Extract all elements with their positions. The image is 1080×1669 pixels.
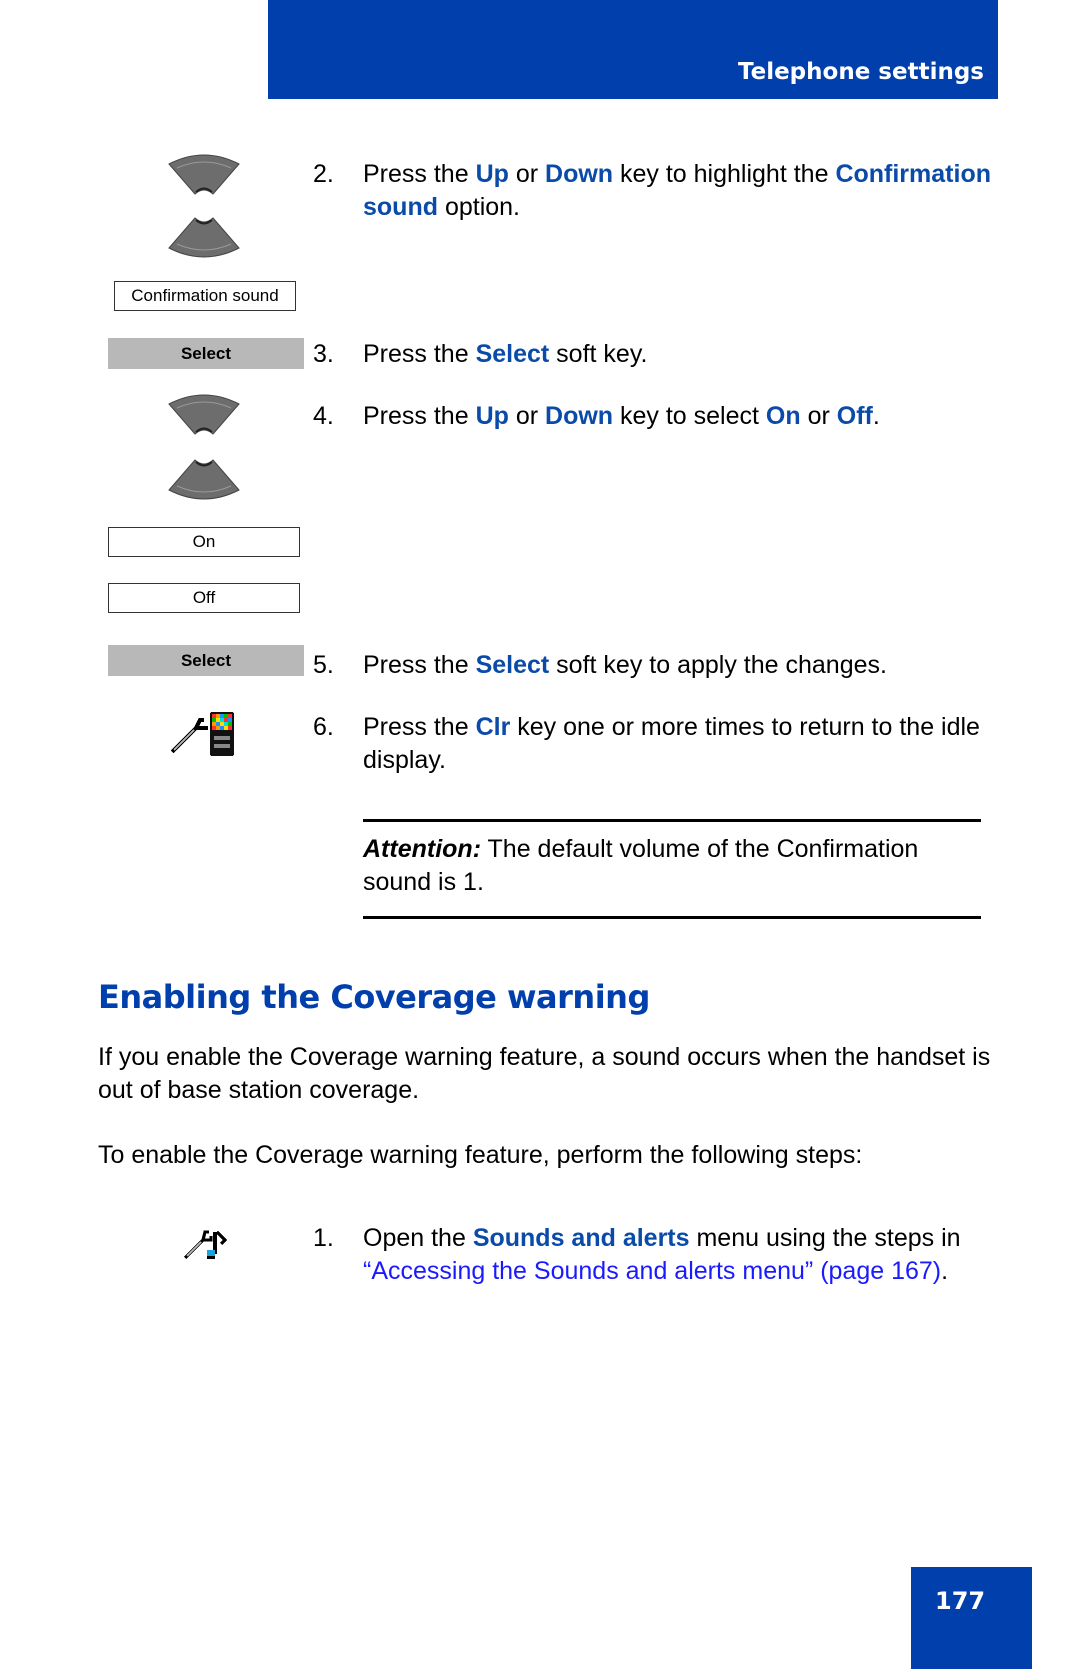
attention-note: Attention: The default volume of the Con…	[363, 833, 993, 899]
down-key-label: Down	[545, 402, 614, 430]
attention-top-rule	[363, 819, 981, 822]
step-text: Press the Select soft key.	[363, 340, 648, 368]
down-key-icon	[168, 459, 240, 500]
step-text: Press the Up or Down key to highlight th…	[363, 160, 991, 221]
step-number: 5.	[313, 651, 334, 679]
step-text: Press the Up or Down key to select On or…	[363, 402, 880, 430]
select-label: Select	[475, 340, 550, 368]
step-text: Open the Sounds and alerts menu using th…	[363, 1224, 961, 1285]
attention-bottom-rule	[363, 916, 981, 919]
on-label: On	[765, 402, 801, 430]
on-option-screen: On	[108, 527, 300, 557]
step-number: 1.	[313, 1224, 334, 1252]
step-number: 4.	[313, 402, 334, 430]
down-key-label: Down	[545, 160, 614, 188]
select-softkey[interactable]: Select	[108, 645, 304, 676]
step-text: Press the Select soft key to apply the c…	[363, 651, 887, 679]
confirmation-sound-screen: Confirmation sound	[114, 281, 296, 311]
header-band: Telephone settings	[268, 0, 998, 99]
sounds-and-alerts-label: Sounds and alerts	[472, 1224, 690, 1252]
select-label: Select	[475, 651, 550, 679]
clr-key-icon	[170, 712, 234, 756]
page-number: 177	[935, 1587, 986, 1615]
chapter-title: Telephone settings	[737, 59, 984, 85]
sounds-and-alerts-icon	[183, 1230, 228, 1260]
section-heading: Enabling the Coverage warning	[98, 978, 650, 1016]
up-key-label: Up	[475, 160, 509, 188]
up-key-label: Up	[475, 402, 509, 430]
attention-label: Attention:	[363, 835, 482, 863]
section-lead: To enable the Coverage warning feature, …	[98, 1141, 863, 1169]
select-softkey[interactable]: Select	[108, 338, 304, 369]
step-number: 3.	[313, 340, 334, 368]
step-number: 6.	[313, 713, 334, 741]
up-key-icon	[168, 394, 240, 435]
up-key-icon	[168, 154, 240, 195]
cross-reference-link[interactable]: “Accessing the Sounds and alerts menu” (…	[363, 1257, 941, 1285]
down-key-icon	[168, 217, 240, 258]
step-number: 2.	[313, 160, 334, 188]
section-intro: If you enable the Coverage warning featu…	[98, 1043, 991, 1104]
page-number-box: 177	[911, 1567, 1032, 1669]
clr-key-label: Clr	[475, 713, 511, 741]
off-label: Off	[836, 402, 873, 430]
off-option-screen: Off	[108, 583, 300, 613]
step-text: Press the Clr key one or more times to r…	[363, 713, 980, 774]
